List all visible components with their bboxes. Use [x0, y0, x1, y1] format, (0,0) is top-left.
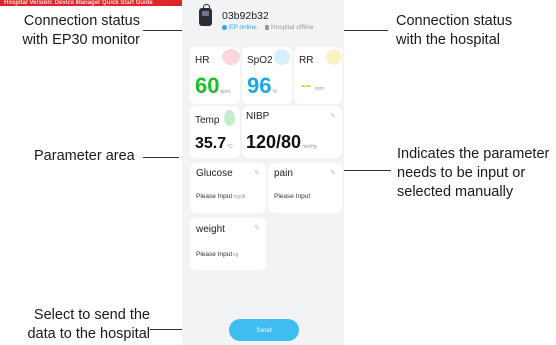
ep-status: EP online — [222, 24, 257, 31]
annotation-ep30-connection: Connection status with EP30 monitor — [22, 13, 140, 48]
rr-card: RR -- rpm — [294, 47, 342, 104]
rr-value: -- rpm — [301, 77, 324, 94]
ep-status-dot-icon — [222, 25, 227, 30]
temp-value: 35.7°C — [195, 135, 233, 152]
glucose-unit: mg/dl — [233, 194, 246, 200]
hospital-status: Hospital offline — [265, 24, 314, 31]
weight-card[interactable]: weight ✎ Please Inputkg — [190, 218, 266, 270]
drop-icon — [274, 49, 290, 65]
ep-status-text: EP online — [229, 24, 257, 31]
send-button-label: Send — [256, 326, 272, 334]
edit-pencil-icon[interactable]: ✎ — [330, 169, 336, 177]
hr-label: HR — [195, 55, 210, 66]
weight-label: weight — [196, 224, 225, 235]
rr-unit: rpm — [315, 86, 324, 92]
glucose-input[interactable]: Please Inputmg/dl — [196, 193, 245, 200]
lungs-icon — [326, 49, 342, 65]
spo2-label: SpO2 — [247, 55, 273, 66]
annotation-parameter-area: Parameter area — [34, 148, 135, 164]
annotation-manual-input: Indicates the parameter needs to be inpu… — [397, 146, 550, 200]
nibp-label: NIBP — [246, 111, 270, 122]
edit-pencil-icon[interactable]: ✎ — [254, 169, 260, 177]
device-id: 03b92b32 — [222, 10, 269, 22]
nibp-card[interactable]: NIBP ✎ 120/80mmHg — [242, 106, 342, 158]
leader-line-manual-input — [338, 170, 391, 171]
glucose-card[interactable]: Glucose ✎ Please Inputmg/dl — [190, 163, 266, 213]
temp-card: Temp 35.7°C — [190, 106, 240, 158]
app-screen: 03b92b32 EP online Hospital offline HR 6… — [182, 0, 344, 345]
annotation-hospital-connection: Connection status with the hospital — [396, 13, 513, 48]
weight-input[interactable]: Please Inputkg — [196, 251, 238, 258]
heart-icon — [222, 49, 240, 65]
send-button[interactable]: Send — [229, 319, 299, 341]
hr-unit: bpm — [220, 89, 231, 95]
hr-value: 60bpm — [195, 73, 231, 98]
temp-unit: °C — [227, 144, 233, 150]
spo2-unit: % — [272, 89, 277, 95]
pain-label: pain — [274, 168, 293, 179]
hospital-status-dot-icon — [265, 25, 269, 30]
monitor-device-icon — [199, 4, 212, 26]
edit-pencil-icon[interactable]: ✎ — [254, 224, 260, 232]
nibp-value: 120/80mmHg — [246, 132, 317, 152]
edit-pencil-icon[interactable]: ✎ — [330, 112, 336, 120]
glucose-label: Glucose — [196, 168, 233, 179]
pain-card[interactable]: pain ✎ Please Input — [268, 163, 342, 213]
thermometer-icon — [224, 110, 235, 126]
annotation-send-hint: Select to send the data to the hospital — [27, 307, 150, 342]
nibp-unit: mmHg — [302, 144, 317, 150]
hospital-status-text: Hospital offline — [271, 24, 314, 31]
pain-input[interactable]: Please Input — [274, 193, 310, 200]
hr-card: HR 60bpm — [190, 47, 240, 104]
leader-line-parameter-area — [143, 157, 179, 158]
rr-label: RR — [299, 55, 314, 66]
spo2-value: 96% — [247, 73, 277, 98]
temp-label: Temp — [195, 115, 220, 126]
weight-unit: kg — [233, 252, 239, 258]
spo2-card: SpO2 96% — [242, 47, 292, 104]
